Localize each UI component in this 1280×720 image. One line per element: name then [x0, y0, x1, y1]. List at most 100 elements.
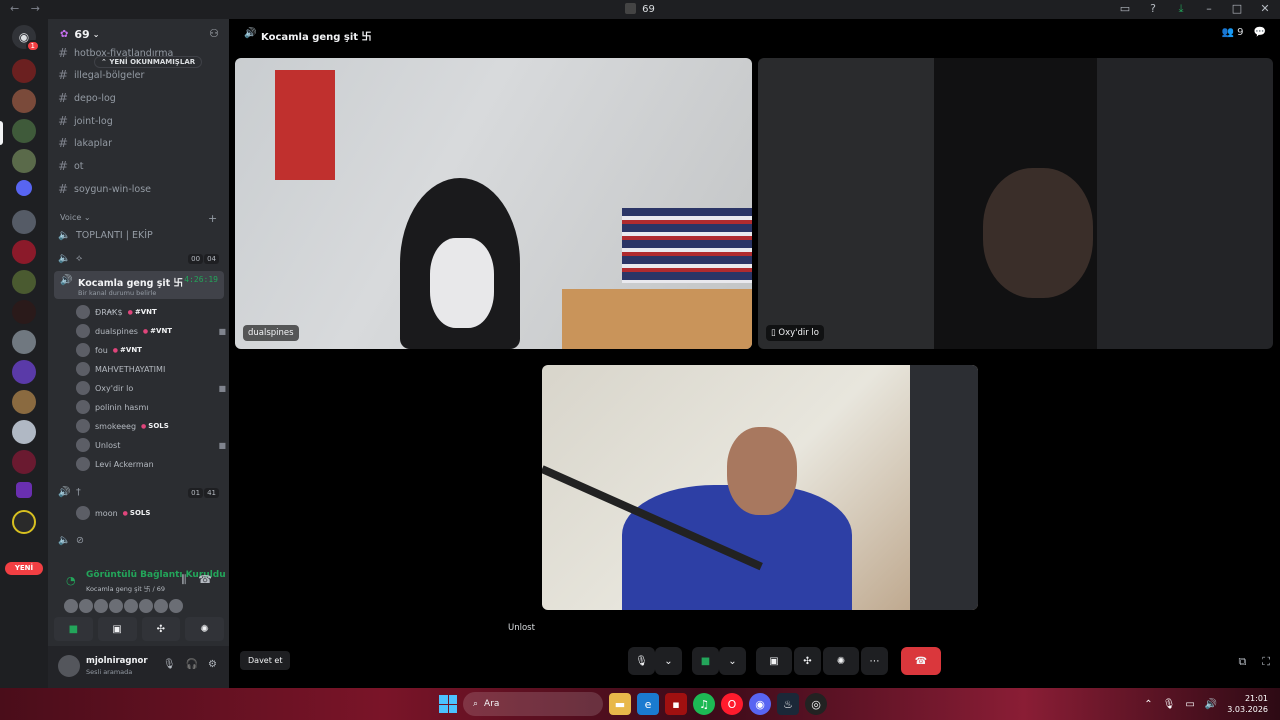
noise-suppression-icon[interactable]: ⫼	[181, 573, 186, 587]
voice-member[interactable]: Oxy'dir lo ■	[76, 379, 226, 397]
soundboard-button[interactable]: ✺	[823, 647, 859, 675]
server-icon[interactable]	[12, 210, 36, 234]
member-tag: SOLS	[141, 422, 169, 430]
voice-member[interactable]: smokeeeg SOLS	[76, 417, 226, 435]
server-icon[interactable]	[12, 240, 36, 264]
download-icon[interactable]: ⤓	[1174, 2, 1188, 16]
camera-toggle-button[interactable]: ■	[692, 647, 719, 675]
inbox-icon[interactable]: ▭	[1118, 2, 1132, 16]
chevron-down-icon[interactable]: ⌄	[655, 647, 682, 675]
username[interactable]: mjolniragnor	[86, 656, 148, 666]
folder-icon[interactable]	[16, 180, 32, 196]
folder-icon[interactable]	[16, 482, 32, 498]
add-channel-icon[interactable]: +	[208, 212, 217, 225]
microphone-icon[interactable]: 🎙	[1163, 699, 1176, 710]
clock[interactable]: 21:01 3.03.2026	[1227, 693, 1268, 715]
channel-name: TOPLANTI | EKİP	[76, 229, 153, 241]
close-button[interactable]: ✕	[1258, 2, 1272, 16]
voice-member[interactable]: ÐR₳Ҟ$ #VNT	[76, 303, 226, 321]
server-icon[interactable]	[12, 420, 36, 444]
text-channel[interactable]: # illegal-bölgeler	[58, 65, 223, 85]
invite-button[interactable]: Davet et	[240, 651, 291, 670]
microphone-icon[interactable]: 🎙	[163, 659, 176, 670]
server-icon[interactable]	[12, 89, 36, 113]
server-icon[interactable]	[12, 390, 36, 414]
new-unreads-badge[interactable]: YENİ	[5, 562, 43, 575]
start-button[interactable]	[439, 695, 457, 713]
minimize-button[interactable]: –	[1202, 2, 1216, 16]
soundboard-button[interactable]: ✺	[185, 617, 224, 641]
text-channel[interactable]: # joint-log	[58, 111, 223, 131]
app-icon[interactable]: ▪	[665, 693, 687, 715]
file-explorer-icon[interactable]: ▬	[609, 693, 631, 715]
direct-messages-button[interactable]: ◉ 1	[12, 25, 40, 52]
voice-member[interactable]: MAHVETHAYATIMI	[76, 360, 226, 378]
server-icon[interactable]	[12, 59, 36, 83]
connection-channel[interactable]: Kocamla geng şit 卐 / 69	[86, 583, 165, 593]
video-tile[interactable]: ▯ Oxy'dir lo	[758, 58, 1273, 349]
video-tile[interactable]	[542, 365, 978, 610]
chevron-down-icon[interactable]: ⌄	[719, 647, 746, 675]
steam-icon[interactable]: ♨	[777, 693, 799, 715]
server-icon[interactable]	[12, 300, 36, 324]
server-icon[interactable]	[12, 450, 36, 474]
server-icon[interactable]	[12, 119, 36, 143]
screen-share-button[interactable]: ▣	[97, 617, 137, 641]
activities-button[interactable]: ✣	[794, 647, 821, 675]
text-channel[interactable]: # soygun-win-lose	[58, 179, 223, 199]
maximize-button[interactable]: □	[1230, 2, 1244, 16]
member-name: moon	[95, 508, 118, 518]
gear-icon[interactable]: ⚙	[208, 659, 217, 670]
voice-member[interactable]: Unlost ■	[76, 436, 226, 454]
member-name: Levi Ackerman	[95, 459, 154, 469]
voice-member[interactable]: moon SOLS	[76, 504, 226, 522]
chat-icon[interactable]: 💬	[1254, 27, 1266, 38]
voice-member[interactable]: dualspines #VNT ■	[76, 322, 226, 340]
text-channel[interactable]: # lakaplar	[58, 133, 223, 153]
fullscreen-icon[interactable]: ⛶	[1262, 655, 1270, 669]
text-channel[interactable]: # ot	[58, 156, 223, 176]
end-call-button[interactable]: ☎	[901, 647, 941, 675]
app-icon[interactable]: ◎	[805, 693, 827, 715]
voice-category[interactable]: Voice ⌄ +	[60, 212, 217, 225]
server-icon[interactable]	[12, 330, 36, 354]
channel-status[interactable]: Bir kanal durumu belirle	[78, 289, 156, 297]
text-channel[interactable]: # depo-log	[58, 88, 223, 108]
volume-icon[interactable]: 🔊	[1205, 699, 1217, 710]
camera-button[interactable]: ■	[54, 617, 93, 641]
more-options-button[interactable]: ⋯	[861, 647, 888, 675]
active-voice-channel[interactable]: 🔊 Kocamla geng şit 卐 Bir kanal durumu be…	[54, 271, 224, 299]
help-icon[interactable]: ?	[1146, 2, 1160, 16]
popout-icon[interactable]: ⧉	[1238, 655, 1246, 669]
server-icon[interactable]	[12, 149, 36, 173]
screen-share-button[interactable]: ▣	[756, 647, 792, 675]
voice-member[interactable]: fou #VNT	[76, 341, 226, 359]
voice-channel[interactable]: 🔈 ⊘	[58, 530, 223, 550]
server-icon[interactable]	[12, 510, 36, 534]
voice-member[interactable]: polinin hasmı	[76, 398, 226, 416]
network-icon[interactable]: ▭	[1185, 699, 1194, 710]
voice-member[interactable]: Levi Ackerman	[76, 455, 226, 473]
participant-avatars	[64, 599, 183, 613]
avatar	[169, 599, 183, 613]
opera-icon[interactable]: O	[721, 693, 743, 715]
discord-icon[interactable]: ◉	[749, 693, 771, 715]
mute-button[interactable]: 🎙	[628, 647, 655, 675]
search-box[interactable]: ⌕ Ara	[463, 692, 603, 716]
participants-icon[interactable]: 👥 9	[1222, 27, 1244, 38]
voice-channel[interactable]: 🔈 TOPLANTI | EKİP	[58, 225, 223, 245]
server-icon[interactable]	[12, 270, 36, 294]
member-tag: #VNT	[113, 346, 142, 354]
video-feed	[727, 427, 797, 515]
edge-icon[interactable]: e	[637, 693, 659, 715]
video-tile[interactable]: dualspines	[235, 58, 752, 349]
activities-button[interactable]: ✣	[141, 617, 181, 641]
headphones-icon[interactable]: 🎧	[186, 659, 198, 670]
chevron-up-icon[interactable]: ⌃	[1144, 699, 1152, 710]
add-user-icon[interactable]: ⚇	[209, 27, 219, 40]
server-icon[interactable]	[12, 360, 36, 384]
avatar[interactable]	[58, 655, 80, 677]
disconnect-icon[interactable]: ☎	[198, 573, 212, 587]
spotify-icon[interactable]: ♫	[693, 693, 715, 715]
unread-pill[interactable]: ⌃ YENİ OKUNMAMIŞLAR	[94, 56, 203, 68]
